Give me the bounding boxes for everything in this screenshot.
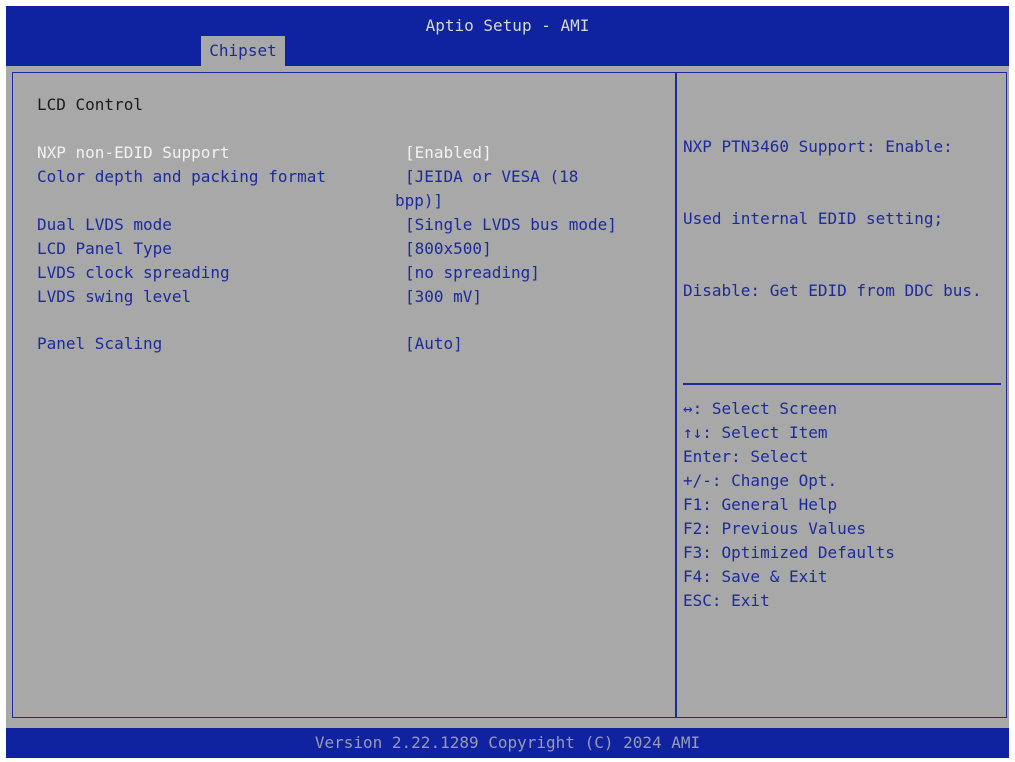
header-bar: Aptio Setup - AMI Chipset <box>6 6 1009 66</box>
setting-label-color-depth[interactable]: Color depth and packing format <box>37 165 326 189</box>
setting-value-color-depth-line1[interactable]: [JEIDA or VESA (18 <box>405 165 578 189</box>
key-legend: ↔: Select Screen ↑↓: Select Item Enter: … <box>683 397 1003 613</box>
setting-value-dual-lvds-mode[interactable]: [Single LVDS bus mode] <box>405 213 617 237</box>
key-hint-select-screen: ↔: Select Screen <box>683 399 838 418</box>
key-hint-change-opt: +/-: Change Opt. <box>683 471 838 490</box>
key-hint-select-item: ↑↓: Select Item <box>683 423 828 442</box>
setting-value-lcd-panel-type[interactable]: [800x500] <box>405 237 492 261</box>
bios-screen: Aptio Setup - AMI Chipset LCD Control NX… <box>6 6 1009 758</box>
key-hint-optimized-defaults: F3: Optimized Defaults <box>683 543 895 562</box>
help-divider <box>683 383 1001 385</box>
help-panel: NXP PTN3460 Support: Enable: Used intern… <box>676 72 1007 718</box>
key-hint-esc-exit: ESC: Exit <box>683 591 770 610</box>
key-hint-general-help: F1: General Help <box>683 495 838 514</box>
setting-value-lvds-clock-spreading[interactable]: [no spreading] <box>405 261 540 285</box>
setting-label-nxp-non-edid-support[interactable]: NXP non-EDID Support <box>37 141 230 165</box>
version-footer: Version 2.22.1289 Copyright (C) 2024 AMI <box>6 728 1009 758</box>
window-title: Aptio Setup - AMI <box>425 16 590 35</box>
key-hint-save-exit: F4: Save & Exit <box>683 567 828 586</box>
tab-chipset[interactable]: Chipset <box>201 36 285 66</box>
key-hint-enter-select: Enter: Select <box>683 447 809 466</box>
setting-value-lvds-swing-level[interactable]: [300 mV] <box>405 285 482 309</box>
setting-label-dual-lvds-mode[interactable]: Dual LVDS mode <box>37 213 172 237</box>
help-text: NXP PTN3460 Support: Enable: Used intern… <box>683 87 1003 351</box>
setting-label-lcd-panel-type[interactable]: LCD Panel Type <box>37 237 172 261</box>
settings-panel: LCD Control NXP non-EDID Support [Enable… <box>12 72 676 718</box>
setting-value-panel-scaling[interactable]: [Auto] <box>405 332 463 356</box>
setting-label-lvds-clock-spreading[interactable]: LVDS clock spreading <box>37 261 230 285</box>
setting-value-color-depth-line2[interactable]: bpp)] <box>395 189 443 213</box>
help-line: NXP PTN3460 Support: Enable: <box>683 137 953 156</box>
section-title-lcd-control: LCD Control <box>37 95 143 114</box>
key-hint-previous-values: F2: Previous Values <box>683 519 867 538</box>
help-line: Disable: Get EDID from DDC bus. <box>683 281 982 300</box>
setting-value-nxp-non-edid-support[interactable]: [Enabled] <box>405 141 492 165</box>
help-line: Used internal EDID setting; <box>683 209 944 228</box>
setting-label-panel-scaling[interactable]: Panel Scaling <box>37 332 162 356</box>
setting-label-lvds-swing-level[interactable]: LVDS swing level <box>37 285 191 309</box>
